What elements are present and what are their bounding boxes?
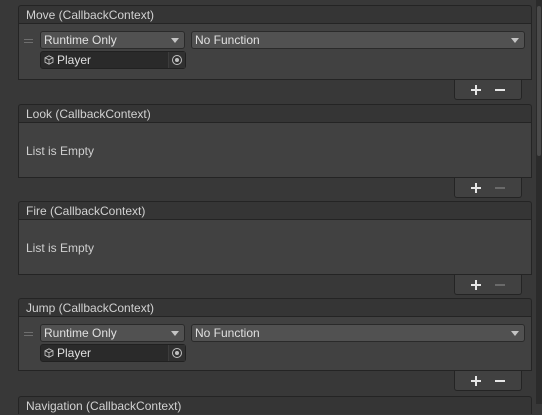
add-listener-button[interactable]	[469, 374, 483, 388]
inspector-scrollbar[interactable]	[536, 0, 542, 404]
chevron-down-icon	[171, 38, 179, 43]
chevron-down-icon	[511, 331, 519, 336]
function-value: No Function	[195, 33, 260, 47]
chevron-down-icon	[511, 38, 519, 43]
remove-listener-button	[493, 181, 507, 195]
event-listener-list: List is Empty	[18, 122, 532, 178]
add-listener-button[interactable]	[469, 83, 483, 97]
add-listener-button[interactable]	[469, 181, 483, 195]
listener-footer	[454, 80, 522, 100]
unity-event-jump: Jump (CallbackContext) Runtime Only No F…	[18, 298, 532, 391]
target-object-field[interactable]: Player	[40, 344, 186, 362]
object-picker-icon[interactable]	[168, 345, 185, 361]
unity-event-move: Move (CallbackContext) Runtime Only No F…	[18, 5, 532, 100]
drag-handle-icon[interactable]	[24, 332, 33, 337]
target-object-name: Player	[57, 346, 92, 360]
remove-listener-button[interactable]	[493, 83, 507, 97]
function-dropdown[interactable]: No Function	[191, 31, 525, 49]
event-listener-list: List is Empty	[18, 219, 532, 275]
game-object-icon	[44, 348, 54, 358]
listener-footer	[454, 178, 522, 198]
runtime-mode-value: Runtime Only	[44, 33, 117, 47]
target-object-field[interactable]: Player	[40, 51, 186, 69]
event-header: Fire (CallbackContext)	[18, 201, 532, 219]
game-object-icon	[44, 55, 54, 65]
drag-handle-icon[interactable]	[24, 39, 33, 44]
listener-footer	[454, 371, 522, 391]
empty-list-text: List is Empty	[26, 144, 95, 158]
remove-listener-button[interactable]	[493, 374, 507, 388]
unity-event-look: Look (CallbackContext) List is Empty	[18, 104, 532, 198]
chevron-down-icon	[171, 331, 179, 336]
event-header: Move (CallbackContext)	[18, 5, 532, 23]
scrollbar-thumb[interactable]	[537, 6, 541, 156]
event-listener-list: Runtime Only No Function Player	[18, 23, 532, 80]
event-listener-list: Runtime Only No Function Player	[18, 316, 532, 371]
target-object-name: Player	[57, 53, 92, 67]
remove-listener-button	[493, 278, 507, 292]
unity-event-fire: Fire (CallbackContext) List is Empty	[18, 201, 532, 295]
function-value: No Function	[195, 326, 260, 340]
object-picker-icon[interactable]	[168, 52, 185, 68]
runtime-mode-dropdown[interactable]: Runtime Only	[40, 324, 185, 342]
runtime-mode-dropdown[interactable]: Runtime Only	[40, 31, 185, 49]
add-listener-button[interactable]	[469, 278, 483, 292]
function-dropdown[interactable]: No Function	[191, 324, 525, 342]
event-header: Look (CallbackContext)	[18, 104, 532, 122]
runtime-mode-value: Runtime Only	[44, 326, 117, 340]
listener-footer	[454, 275, 522, 295]
unity-event-navigation: Navigation (CallbackContext)	[18, 396, 532, 414]
empty-list-text: List is Empty	[26, 241, 95, 255]
event-header: Jump (CallbackContext)	[18, 298, 532, 316]
event-header: Navigation (CallbackContext)	[18, 396, 532, 414]
